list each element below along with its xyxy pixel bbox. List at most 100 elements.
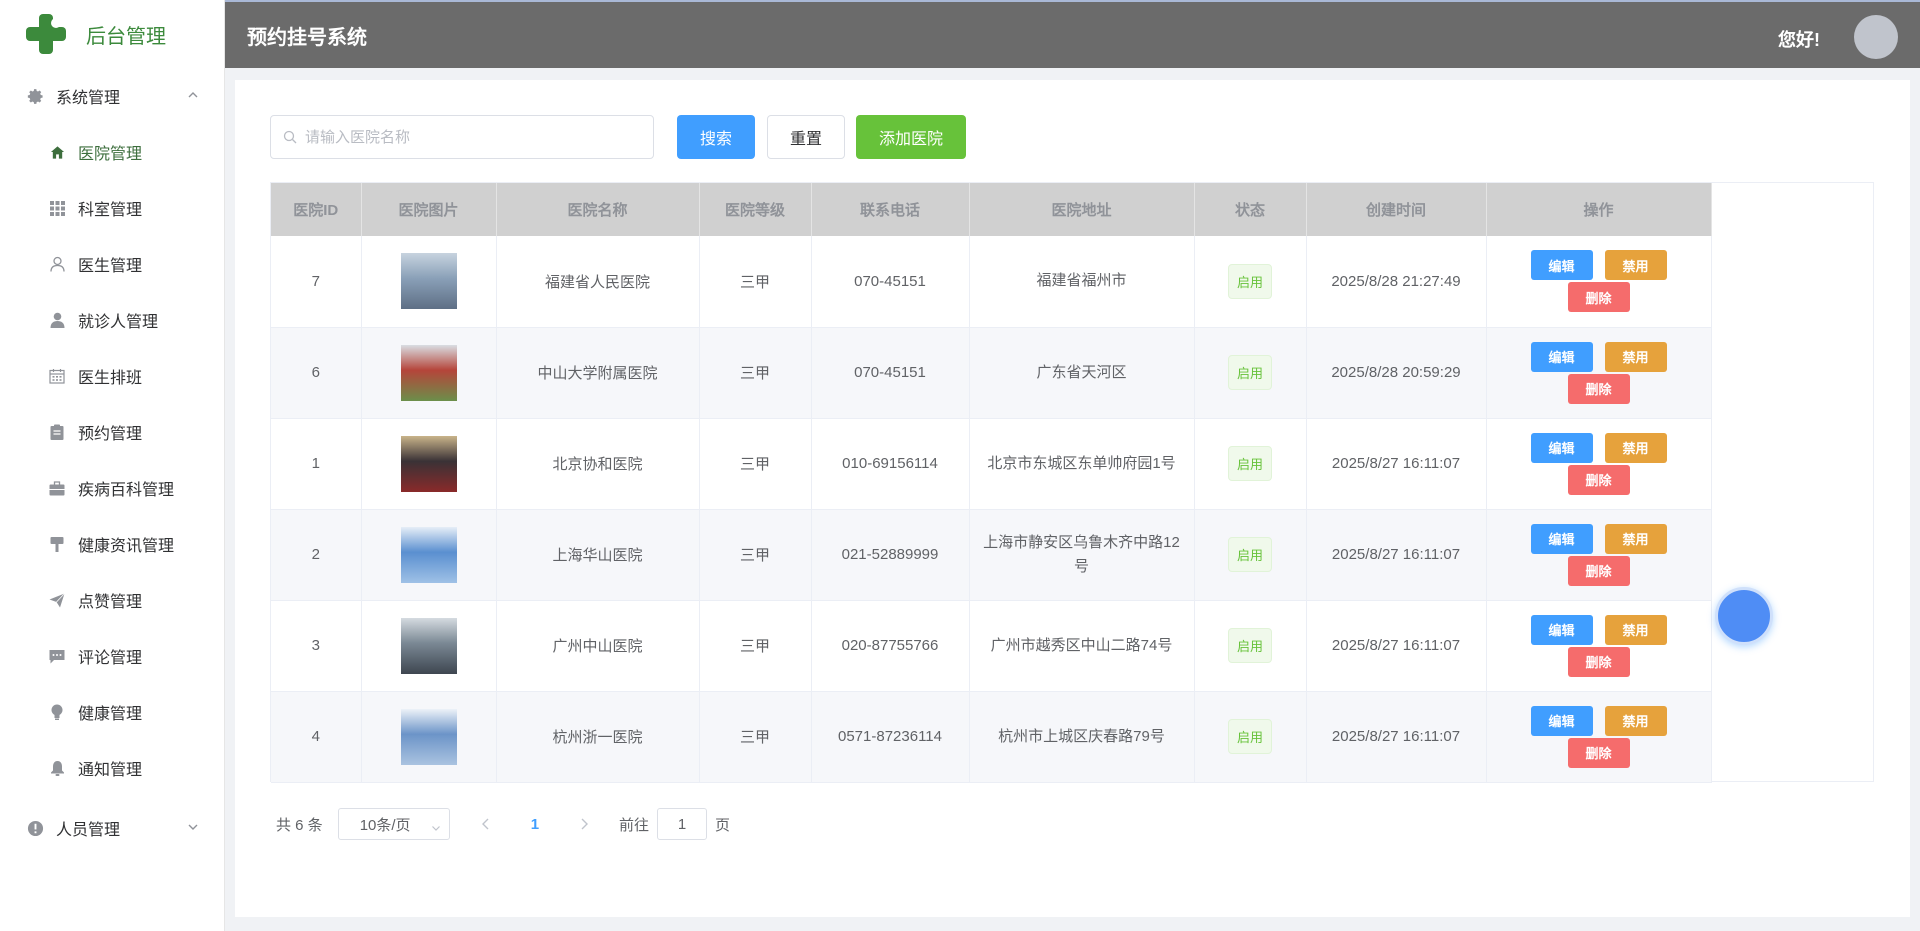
chevron-down-icon <box>431 820 441 831</box>
sidebar-item-6[interactable]: 疾病百科管理 <box>0 460 224 516</box>
search-button[interactable]: 搜索 <box>677 115 755 159</box>
table-header-row: 医院ID 医院图片 医院名称 医院等级 联系电话 医院地址 状态 创建时间 操作 <box>271 183 1712 236</box>
cell-created: 2025/8/27 16:11:07 <box>1306 509 1487 601</box>
cell-filler <box>1711 418 1712 509</box>
sidebar-item-9[interactable]: 评论管理 <box>0 628 224 684</box>
goto-page-input[interactable]: 1 <box>657 808 708 840</box>
sidebar-item-3[interactable]: 就诊人管理 <box>0 292 224 348</box>
sidebar-item-10[interactable]: 健康管理 <box>0 684 224 740</box>
cell-image <box>361 236 497 328</box>
hospital-image <box>400 344 457 401</box>
bulb-icon <box>48 703 66 721</box>
delete-button[interactable]: 删除 <box>1567 464 1630 495</box>
column-header: 医院名称 <box>496 183 700 236</box>
menu-group-system[interactable]: 系统管理 <box>0 68 224 124</box>
clipboard-icon <box>48 423 66 441</box>
edit-button[interactable]: 编辑 <box>1530 432 1593 463</box>
edit-button[interactable]: 编辑 <box>1530 250 1593 281</box>
logo-text: 后台管理 <box>86 25 166 48</box>
column-header: 医院地址 <box>969 183 1195 236</box>
status-badge: 启用 <box>1227 628 1272 663</box>
disable-button[interactable]: 禁用 <box>1604 341 1667 372</box>
greeting-text: 您好! <box>1778 30 1820 50</box>
sidebar-item-0[interactable]: 医院管理 <box>0 124 224 180</box>
page-size-select[interactable]: 10条/页 <box>337 808 450 840</box>
disable-button[interactable]: 禁用 <box>1604 614 1667 645</box>
sidebar-item-5[interactable]: 预约管理 <box>0 404 224 460</box>
home-icon <box>48 143 66 161</box>
disable-button[interactable]: 禁用 <box>1604 523 1667 554</box>
goto-suffix: 页 <box>715 816 731 834</box>
signpost-icon <box>48 535 66 553</box>
menu-group-label: 人员管理 <box>56 822 121 839</box>
floating-assistant-button[interactable] <box>1715 587 1773 645</box>
suitcase-icon <box>48 479 66 497</box>
delete-button[interactable]: 删除 <box>1567 737 1630 768</box>
hospital-table: 医院ID 医院图片 医院名称 医院等级 联系电话 医院地址 状态 创建时间 操作 7 福建省人民医… <box>270 182 1874 783</box>
column-header: 操作 <box>1486 183 1712 236</box>
page-number-current[interactable]: 1 <box>531 816 539 833</box>
disable-button[interactable]: 禁用 <box>1604 250 1667 281</box>
cell-status: 启用 <box>1194 600 1307 692</box>
table-row: 2 上海华山医院 三甲 021-52889999 上海市静安区乌鲁木齐中路12号 启用 20… <box>271 509 1712 601</box>
cell-name: 北京协和医院 <box>496 418 700 510</box>
sidebar-item-label: 科室管理 <box>78 202 143 219</box>
cell-level: 三甲 <box>699 418 812 510</box>
search-box[interactable] <box>270 115 654 159</box>
delete-button[interactable]: 删除 <box>1567 555 1630 586</box>
delete-button[interactable]: 删除 <box>1567 646 1630 677</box>
sidebar-item-label: 就诊人管理 <box>78 314 159 331</box>
cell-level: 三甲 <box>699 600 812 692</box>
delete-button[interactable]: 删除 <box>1567 282 1630 313</box>
avatar[interactable] <box>1854 15 1898 59</box>
sidebar-item-11[interactable]: 通知管理 <box>0 740 224 796</box>
info-icon <box>26 819 44 837</box>
column-header: 医院等级 <box>699 183 812 236</box>
edit-button[interactable]: 编辑 <box>1530 705 1593 736</box>
cell-created: 2025/8/27 16:11:07 <box>1306 600 1487 692</box>
sidebar-item-label: 医生管理 <box>78 258 143 275</box>
search-input[interactable] <box>305 128 635 146</box>
cell-filler <box>1711 509 1712 600</box>
top-header: 预约挂号系统 您好! <box>225 0 1920 68</box>
sidebar-item-label: 评论管理 <box>78 650 143 667</box>
add-hospital-button[interactable]: 添加医院 <box>856 115 966 159</box>
edit-button[interactable]: 编辑 <box>1530 341 1593 372</box>
cell-created: 2025/8/28 20:59:29 <box>1306 327 1487 419</box>
sidebar-item-8[interactable]: 点赞管理 <box>0 572 224 628</box>
cell-address: 福建省福州市 <box>969 236 1195 328</box>
cell-actions: 编辑 禁用 删除 <box>1486 418 1712 510</box>
column-header: 医院图片 <box>361 183 497 236</box>
column-header: 创建时间 <box>1306 183 1487 236</box>
cell-id: 7 <box>271 236 362 328</box>
cell-created: 2025/8/27 16:11:07 <box>1306 418 1487 510</box>
hospital-image <box>400 526 457 583</box>
cell-actions: 编辑 禁用 删除 <box>1486 327 1712 419</box>
table-row: 3 广州中山医院 三甲 020-87755766 广州市越秀区中山二路74号 启用 2025… <box>271 600 1712 692</box>
sidebar-item-2[interactable]: 医生管理 <box>0 236 224 292</box>
menu-group-people[interactable]: 人员管理 <box>0 800 224 856</box>
reset-button[interactable]: 重置 <box>767 115 845 159</box>
sidebar-item-7[interactable]: 健康资讯管理 <box>0 516 224 572</box>
cell-name: 福建省人民医院 <box>496 236 700 328</box>
medical-cross-logo-icon <box>24 12 68 56</box>
cell-name: 中山大学附属医院 <box>496 327 700 419</box>
next-page-icon[interactable] <box>574 814 594 834</box>
calendar-icon <box>48 367 66 385</box>
main-content: 搜索 重置 添加医院 医院ID医院图片医院名称医院等级联系电话医院地址状态创建时… <box>235 80 1910 917</box>
cell-id: 3 <box>271 600 362 692</box>
edit-button[interactable]: 编辑 <box>1530 523 1593 554</box>
disable-button[interactable]: 禁用 <box>1604 432 1667 463</box>
sidebar-item-1[interactable]: 科室管理 <box>0 180 224 236</box>
edit-button[interactable]: 编辑 <box>1530 614 1593 645</box>
delete-button[interactable]: 删除 <box>1567 373 1630 404</box>
disable-button[interactable]: 禁用 <box>1604 705 1667 736</box>
prev-page-icon[interactable] <box>476 814 496 834</box>
cell-id: 1 <box>271 418 362 510</box>
cell-phone: 021-52889999 <box>811 509 970 601</box>
sidebar-item-4[interactable]: 医生排班 <box>0 348 224 404</box>
cell-id: 6 <box>271 327 362 419</box>
pagination: 共 6 条 10条/页 1 前往 1 页 <box>276 808 730 840</box>
hospital-image <box>400 253 457 310</box>
cell-level: 三甲 <box>699 236 812 328</box>
